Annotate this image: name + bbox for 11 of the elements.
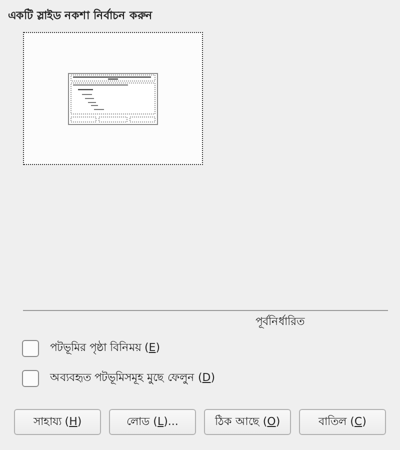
checkbox-label[interactable]: অব্যবহৃত পটভূমিসমূহ মুছে ফেলুন (D): [50, 368, 216, 388]
dialog-button[interactable]: বাতিল (C): [299, 409, 386, 435]
section-label: পূর্বনির্ধারিত: [256, 314, 304, 330]
dialog-title: একটি স্লাইড নকশা নির্বাচন করুন: [8, 7, 154, 24]
dialog-button[interactable]: সাহায্য (H): [14, 409, 101, 435]
checkbox[interactable]: [22, 340, 39, 356]
design-preview[interactable]: [23, 32, 203, 165]
checkbox-label[interactable]: পটভূমির পৃষ্ঠা বিনিময় (E): [50, 338, 160, 358]
dialog-button[interactable]: ঠিক আছে (O): [204, 409, 291, 435]
dialog-button[interactable]: লোড (L)...: [109, 409, 196, 435]
checkbox[interactable]: [22, 370, 39, 386]
